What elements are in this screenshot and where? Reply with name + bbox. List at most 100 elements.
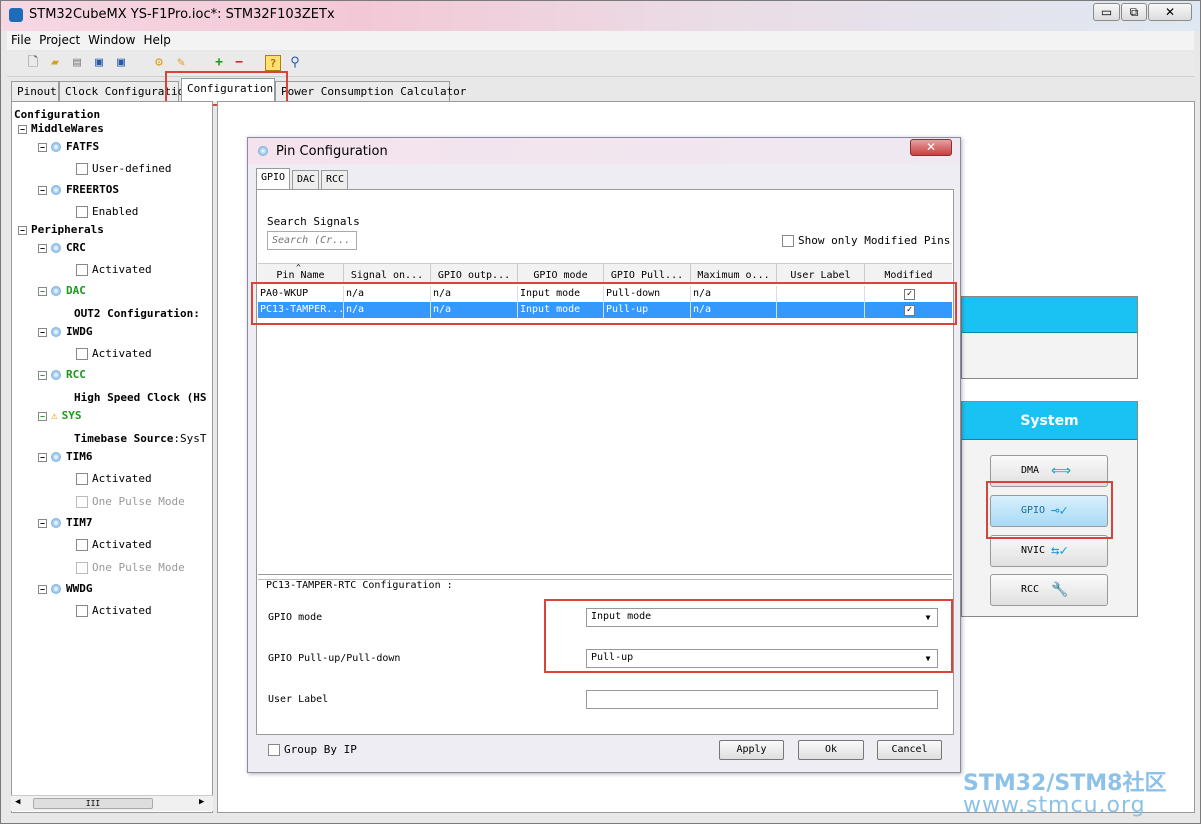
tim7-activated[interactable]: Activated bbox=[76, 538, 152, 551]
tab-pinout[interactable]: Pinout bbox=[11, 81, 59, 101]
restore-button[interactable]: ⧉ bbox=[1121, 3, 1147, 21]
modified-checkbox[interactable]: ✓ bbox=[904, 289, 915, 300]
user-label-input[interactable] bbox=[586, 690, 938, 709]
minimize-button[interactable]: ▭ bbox=[1093, 3, 1120, 21]
group-by-ip[interactable]: Group By IP bbox=[268, 743, 357, 756]
column-header-signal[interactable]: Signal on... bbox=[344, 264, 431, 284]
new-file-icon[interactable]: 🗋 bbox=[25, 55, 41, 71]
show-only-modified-pins[interactable]: Show only Modified Pins bbox=[782, 234, 950, 247]
activated-checkbox[interactable] bbox=[76, 264, 88, 276]
zoom-out-icon[interactable]: − bbox=[231, 55, 247, 71]
column-header-gpio-output[interactable]: GPIO outp... bbox=[431, 264, 518, 284]
dropdown-arrow-icon[interactable]: ▼ bbox=[921, 611, 935, 624]
generate-report-icon[interactable]: ⚙ bbox=[151, 55, 167, 71]
collapse-icon[interactable]: − bbox=[38, 584, 47, 594]
column-header-maximum-output[interactable]: Maximum o... bbox=[691, 264, 777, 284]
column-header-user-label[interactable]: User Label bbox=[777, 264, 865, 284]
iwdg-activated[interactable]: Activated bbox=[76, 347, 152, 360]
dialog-close-button[interactable]: ✕ bbox=[910, 139, 952, 156]
search-signals-input[interactable] bbox=[267, 231, 357, 250]
gpio-button[interactable]: GPIO ⊸✓ bbox=[990, 495, 1108, 527]
dialog-tab-rcc[interactable]: RCC bbox=[321, 170, 348, 189]
dropdown-arrow-icon[interactable]: ▼ bbox=[921, 652, 935, 665]
nvic-button[interactable]: NVIC ⇆✓ bbox=[990, 535, 1108, 567]
wwdg-activated[interactable]: Activated bbox=[76, 604, 152, 617]
crc-activated[interactable]: Activated bbox=[76, 263, 152, 276]
table-row[interactable]: PC13-TAMPER... n/a n/a Input mode Pull-u… bbox=[258, 302, 952, 318]
menu-window[interactable]: Window bbox=[84, 31, 139, 47]
menu-help[interactable]: Help bbox=[139, 31, 174, 47]
tree-item-sys[interactable]: − ⚠ SYS bbox=[38, 409, 82, 422]
column-header-modified[interactable]: Modified bbox=[865, 264, 952, 284]
rcc-button[interactable]: RCC 🔧 bbox=[990, 574, 1108, 606]
pin-table: Pin Name ^ Signal on... GPIO outp... GPIO… bbox=[258, 263, 952, 575]
search-icon[interactable]: ⚲ bbox=[287, 55, 303, 71]
cancel-button[interactable]: Cancel bbox=[877, 740, 942, 760]
tree-item-iwdg[interactable]: − IWDG bbox=[38, 325, 93, 338]
zoom-in-icon[interactable]: + bbox=[211, 55, 227, 71]
collapse-icon[interactable]: − bbox=[38, 327, 47, 337]
collapse-icon[interactable]: − bbox=[38, 452, 47, 462]
apply-button[interactable]: Apply bbox=[719, 740, 784, 760]
sort-asc-icon: ^ bbox=[296, 264, 301, 272]
generate-code-icon[interactable]: ✎ bbox=[173, 55, 189, 71]
tim6-activated[interactable]: Activated bbox=[76, 472, 152, 485]
dialog-tab-gpio[interactable]: GPIO bbox=[256, 168, 290, 189]
collapse-icon[interactable]: − bbox=[38, 518, 47, 528]
save-as-icon[interactable]: ▣ bbox=[113, 55, 129, 71]
collapse-icon[interactable]: − bbox=[18, 124, 27, 134]
tree-item-wwdg[interactable]: − WWDG bbox=[38, 582, 93, 595]
collapse-icon[interactable]: − bbox=[38, 185, 47, 195]
activated-checkbox[interactable] bbox=[76, 539, 88, 551]
collapse-icon[interactable]: − bbox=[18, 225, 27, 235]
save-icon[interactable]: ▣ bbox=[91, 55, 107, 71]
open-folder-icon[interactable]: ▰ bbox=[47, 55, 63, 71]
tree-item-tim7[interactable]: − TIM7 bbox=[38, 516, 93, 529]
gpio-pull-select[interactable]: Pull-up ▼ bbox=[586, 649, 938, 668]
menu-project[interactable]: Project bbox=[35, 31, 84, 47]
tab-configuration[interactable]: Configuration bbox=[181, 78, 275, 101]
collapse-icon[interactable]: − bbox=[38, 142, 47, 152]
activated-checkbox[interactable] bbox=[76, 605, 88, 617]
table-row[interactable]: PA0-WKUP n/a n/a Input mode Pull-down n/… bbox=[258, 286, 952, 302]
tree-item-tim6[interactable]: − TIM6 bbox=[38, 450, 93, 463]
activated-checkbox[interactable] bbox=[76, 473, 88, 485]
menu-file[interactable]: File bbox=[7, 31, 35, 47]
tab-clock-configuration[interactable]: Clock Configuration bbox=[59, 81, 191, 101]
collapse-icon[interactable]: − bbox=[38, 243, 47, 253]
scroll-left-icon[interactable]: ◀ bbox=[15, 797, 20, 807]
collapse-icon[interactable]: − bbox=[38, 411, 47, 421]
show-modified-checkbox[interactable] bbox=[782, 235, 794, 247]
activated-checkbox[interactable] bbox=[76, 348, 88, 360]
tree-item-dac[interactable]: − DAC bbox=[38, 284, 86, 297]
group-by-ip-checkbox[interactable] bbox=[268, 744, 280, 756]
cell-gpio-pull: Pull-up bbox=[604, 302, 691, 318]
scroll-thumb[interactable]: III bbox=[33, 798, 153, 809]
ok-button[interactable]: Ok bbox=[798, 740, 864, 760]
recent-file-icon[interactable]: ▤ bbox=[69, 55, 85, 71]
tab-power-consumption[interactable]: Power Consumption Calculator bbox=[275, 81, 466, 101]
tree-item-fatfs[interactable]: − FATFS bbox=[38, 140, 99, 153]
modified-checkbox[interactable]: ✓ bbox=[904, 305, 915, 316]
tree-middlewares[interactable]: − MiddleWares bbox=[18, 122, 104, 135]
close-window-button[interactable]: ✕ bbox=[1148, 3, 1192, 21]
collapse-icon[interactable]: − bbox=[38, 370, 47, 380]
fatfs-user-defined[interactable]: User-defined bbox=[76, 162, 171, 175]
tree-peripherals[interactable]: − Peripherals bbox=[18, 223, 104, 236]
tree-horizontal-scrollbar[interactable]: ◀ III ▶ bbox=[11, 795, 213, 811]
column-header-gpio-pull[interactable]: GPIO Pull... bbox=[604, 264, 691, 284]
user-defined-checkbox[interactable] bbox=[76, 163, 88, 175]
tree-item-rcc[interactable]: − RCC bbox=[38, 368, 86, 381]
tree-item-freertos[interactable]: − FREERTOS bbox=[38, 183, 119, 196]
dialog-tab-dac[interactable]: DAC bbox=[292, 170, 319, 189]
scroll-right-icon[interactable]: ▶ bbox=[199, 797, 204, 807]
column-header-gpio-mode[interactable]: GPIO mode bbox=[518, 264, 604, 284]
help-icon[interactable]: ? bbox=[265, 55, 281, 71]
enabled-checkbox[interactable] bbox=[76, 206, 88, 218]
tree-item-crc[interactable]: − CRC bbox=[38, 241, 86, 254]
dma-button[interactable]: DMA ⟺ bbox=[990, 455, 1108, 487]
column-header-pin-name[interactable]: Pin Name ^ bbox=[258, 264, 344, 284]
gpio-mode-select[interactable]: Input mode ▼ bbox=[586, 608, 938, 627]
freertos-enabled[interactable]: Enabled bbox=[76, 205, 138, 218]
collapse-icon[interactable]: − bbox=[38, 286, 47, 296]
